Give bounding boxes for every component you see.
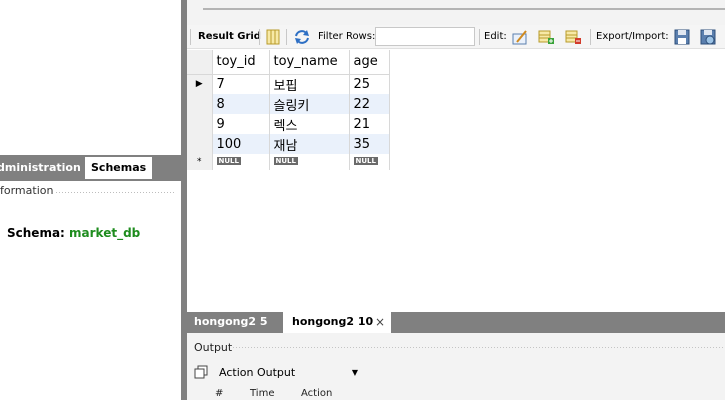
navigator-tab-bar: dministration Schemas (0, 155, 181, 181)
null-badge: NULL (216, 156, 241, 165)
row-header-corner (187, 50, 213, 75)
cell-toy-name-null[interactable]: NULL (269, 154, 350, 170)
null-badge: NULL (273, 156, 298, 165)
cell-toy-name[interactable]: 보핍 (269, 74, 350, 94)
filter-rows-label: Filter Rows: (318, 31, 376, 42)
header-dots (232, 346, 725, 350)
cell-age[interactable]: 25 (349, 74, 390, 94)
result-grid-button[interactable]: Result Grid (198, 25, 261, 49)
refresh-icon[interactable] (293, 29, 311, 45)
cell-age[interactable]: 21 (349, 114, 390, 134)
cell-toy-id[interactable]: 9 (212, 114, 270, 134)
new-row[interactable]: * NULL NULL NULL (187, 154, 390, 170)
navigator-top-area (0, 0, 181, 155)
toolbar-separator (190, 29, 191, 45)
result-grid: toy_id toy_name age ▶ 7 보핍 25 8 슬링키 22 9… (187, 50, 390, 170)
edit-label: Edit: (484, 31, 507, 42)
column-header-age[interactable]: age (349, 50, 390, 75)
output-type-select[interactable]: Action Output ▼ (214, 363, 364, 382)
output-column-time[interactable]: Time (250, 388, 274, 399)
cell-toy-name[interactable]: 렉스 (269, 114, 350, 134)
output-type-value: Action Output (219, 366, 296, 379)
schema-value: market_db (69, 226, 141, 240)
cell-toy-id[interactable]: 7 (212, 74, 270, 94)
toolbar-separator (286, 29, 287, 45)
tab-administration[interactable]: dministration (0, 157, 81, 179)
new-row-marker[interactable]: * (187, 154, 213, 170)
copy-icon[interactable] (194, 365, 208, 379)
cell-toy-name[interactable]: 재남 (269, 134, 350, 154)
scroll-track[interactable] (203, 8, 725, 10)
header-dots (55, 191, 175, 195)
row-marker[interactable] (187, 114, 213, 134)
tab-result-2[interactable]: hongong2 10 × (283, 312, 391, 333)
cell-age[interactable]: 22 (349, 94, 390, 114)
navigator-panel: dministration Schemas formation Schema: … (0, 0, 181, 400)
cell-age-null[interactable]: NULL (349, 154, 390, 170)
cell-toy-id-null[interactable]: NULL (212, 154, 270, 170)
main-area: Result Grid Filter Rows: Edit: Export/Im… (187, 0, 725, 400)
query-editor-bottom (187, 0, 725, 25)
row-marker[interactable] (187, 134, 213, 154)
schema-label: Schema: (7, 226, 65, 240)
import-icon[interactable] (700, 29, 716, 45)
chevron-down-icon: ▼ (351, 368, 358, 377)
export-import-label: Export/Import: (596, 31, 669, 42)
table-row[interactable]: 8 슬링키 22 (187, 94, 390, 114)
row-marker[interactable] (187, 94, 213, 114)
delete-row-icon[interactable] (565, 29, 581, 45)
cell-toy-name[interactable]: 슬링키 (269, 94, 350, 114)
current-row-marker[interactable]: ▶ (187, 74, 213, 94)
null-badge: NULL (353, 156, 378, 165)
cell-toy-id[interactable]: 8 (212, 94, 270, 114)
add-row-icon[interactable] (538, 29, 554, 45)
close-icon[interactable]: × (375, 312, 385, 332)
output-panel: Output Action Output ▼ # Time Action (187, 333, 725, 400)
toolbar-separator (259, 29, 260, 45)
output-column-action[interactable]: Action (301, 388, 332, 399)
tab-result-2-label: hongong2 10 (292, 315, 374, 328)
result-toolbar: Result Grid Filter Rows: Edit: Export/Im… (187, 25, 725, 49)
output-column-number[interactable]: # (215, 388, 223, 399)
table-row[interactable]: 9 렉스 21 (187, 114, 390, 134)
filter-rows-input[interactable] (375, 27, 475, 46)
cell-toy-id[interactable]: 100 (212, 134, 270, 154)
cell-age[interactable]: 35 (349, 134, 390, 154)
edit-cell-icon[interactable] (512, 29, 528, 45)
result-tab-bar: hongong2 5 hongong2 10 × (187, 312, 725, 333)
tab-schemas[interactable]: Schemas (85, 157, 152, 179)
toolbar-separator (479, 29, 480, 45)
tab-result-1[interactable]: hongong2 5 (194, 312, 268, 333)
information-header-label: formation (0, 184, 54, 197)
column-header-toy-name[interactable]: toy_name (269, 50, 350, 75)
schema-info: Schema: market_db (7, 226, 140, 240)
column-header-toy-id[interactable]: toy_id (212, 50, 270, 75)
grid-header-row: toy_id toy_name age (187, 50, 390, 75)
table-row[interactable]: 100 재남 35 (187, 134, 390, 154)
table-row[interactable]: ▶ 7 보핍 25 (187, 74, 390, 94)
export-icon[interactable] (674, 29, 690, 45)
information-header: formation (0, 184, 181, 200)
toolbar-separator (590, 29, 591, 45)
output-title: Output (194, 341, 233, 354)
grid-form-icon[interactable] (265, 29, 281, 45)
